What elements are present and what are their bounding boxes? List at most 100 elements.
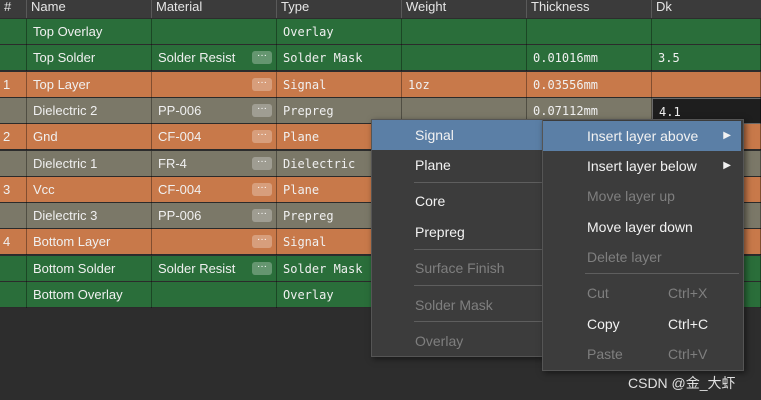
cell-material[interactable]: CF-004 ··· [152,176,277,203]
material-browse-button[interactable]: ··· [252,130,272,144]
cell-name[interactable]: Top Solder [27,45,152,72]
cell-thickness[interactable]: 0.03556mm [527,71,652,98]
cell-material[interactable]: Solder Resist ··· [152,255,277,282]
context-menu-item[interactable]: Paste Ctrl+V [543,339,741,369]
cell-name[interactable]: Vcc [27,176,152,203]
col-header-name[interactable]: Name [27,0,152,18]
cell-name-text: Vcc [33,181,55,197]
cell-num[interactable] [0,97,27,124]
context-menu-item[interactable]: Move layer up [543,181,741,211]
cell-type[interactable]: Signal [277,71,402,98]
cell-type[interactable]: Solder Mask [277,45,402,72]
cell-num-text: 3 [3,181,11,197]
material-browse-button[interactable]: ··· [252,77,272,91]
context-menu-item-label: Copy [587,316,620,332]
cell-material-text: Solder Resist [158,50,236,66]
type-menu-item[interactable]: Signal [372,120,544,150]
table-row[interactable]: Top Overlay Overlay [0,19,761,45]
context-menu-item-label: Cut [587,285,609,301]
shortcut-label: Ctrl+X [668,285,708,301]
cell-type[interactable]: Overlay [277,19,402,45]
cell-num[interactable]: 4 [0,229,27,256]
cell-name[interactable]: Dielectric 3 [27,203,152,230]
context-menu-item[interactable]: Cut Ctrl+X [543,278,741,308]
menu-separator [414,249,542,250]
type-menu-item[interactable]: Solder Mask [372,290,544,320]
cell-num[interactable] [0,282,27,308]
col-header-material[interactable]: Material [152,0,277,18]
cell-material[interactable] [152,282,277,308]
cell-name[interactable]: Gnd [27,124,152,151]
cell-name-text: Dielectric 3 [33,208,98,224]
cell-num[interactable] [0,19,27,45]
context-menu-item-label: Move layer up [587,188,675,204]
cell-num[interactable]: 3 [0,176,27,203]
cell-weight[interactable]: 1oz [402,71,527,98]
context-menu-item-label: Paste [587,346,623,362]
type-menu-item[interactable]: Core [372,186,544,216]
material-browse-button[interactable]: ··· [252,235,272,249]
col-header-num[interactable]: # [0,0,27,18]
cell-dk[interactable] [652,19,761,45]
material-browse-button[interactable]: ··· [252,209,272,223]
context-menu-item[interactable]: Delete layer [543,242,741,272]
table-header: # Name Material Type Weight Thickness Dk [0,0,761,18]
cell-weight[interactable] [402,19,527,45]
type-menu-item[interactable]: Prepreg [372,217,544,247]
col-header-weight[interactable]: Weight [402,0,527,18]
table-row[interactable]: Top Solder Solder Resist ··· Solder Mask 0.0… [0,45,761,72]
cell-num[interactable] [0,45,27,72]
menu-separator [414,285,542,286]
material-browse-button[interactable]: ··· [252,51,272,65]
cell-thickness[interactable]: 0.01016mm [527,45,652,72]
context-menu-item[interactable]: Move layer down [543,212,741,242]
cell-material[interactable]: ··· [152,229,277,256]
cell-material[interactable]: FR-4 ··· [152,150,277,177]
cell-material[interactable]: PP-006 ··· [152,97,277,124]
cell-material-text: PP-006 [158,102,202,118]
material-browse-button[interactable]: ··· [252,103,272,117]
cell-num[interactable]: 1 [0,71,27,98]
context-menu-item-label: Insert layer below [587,158,697,174]
cell-material[interactable]: ··· [152,71,277,98]
type-menu-item[interactable]: Surface Finish [372,253,544,283]
cell-type-text: Prepreg [283,209,334,224]
cell-num[interactable] [0,203,27,230]
cell-type-text: Plane [283,130,320,145]
cell-thickness-text: 0.01016mm [533,51,599,66]
cell-type-text: Overlay [283,288,334,302]
col-header-dk[interactable]: Dk [652,0,761,18]
cell-name[interactable]: Bottom Overlay [27,282,152,308]
cell-num[interactable]: 2 [0,124,27,151]
table-row[interactable]: 1 Top Layer ··· Signal 1oz 0.03556mm [0,71,761,98]
cell-name[interactable]: Dielectric 1 [27,150,152,177]
col-header-thickness[interactable]: Thickness [527,0,652,18]
cell-thickness[interactable] [527,19,652,45]
cell-name[interactable]: Bottom Solder [27,255,152,282]
cell-name[interactable]: Top Layer [27,71,152,98]
context-menu-item[interactable]: Insert layer above ▶ [543,121,741,151]
context-menu-item[interactable]: Copy Ctrl+C [543,309,741,339]
context-menu-item[interactable]: Insert layer below ▶ [543,151,741,181]
cell-dk[interactable]: 3.5 [652,45,761,72]
cell-type-text: Prepreg [283,103,334,118]
cell-material[interactable]: CF-004 ··· [152,124,277,151]
col-header-type[interactable]: Type [277,0,402,18]
material-browse-button[interactable]: ··· [252,156,272,170]
cell-thickness-text: 0.07112mm [533,103,599,118]
material-browse-button[interactable]: ··· [252,182,272,196]
type-menu-item[interactable]: Overlay [372,326,544,356]
cell-material[interactable]: Solder Resist ··· [152,45,277,72]
cell-name[interactable]: Dielectric 2 [27,97,152,124]
cell-dk[interactable] [652,71,761,98]
cell-name[interactable]: Top Overlay [27,19,152,45]
cell-num[interactable] [0,150,27,177]
cell-weight[interactable] [402,45,527,72]
cell-name[interactable]: Bottom Layer [27,229,152,256]
shortcut-label: Ctrl+V [668,346,708,362]
type-menu-item[interactable]: Plane [372,150,544,180]
cell-material[interactable] [152,19,277,45]
cell-material[interactable]: PP-006 ··· [152,203,277,230]
cell-num[interactable] [0,255,27,282]
material-browse-button[interactable]: ··· [252,261,272,275]
